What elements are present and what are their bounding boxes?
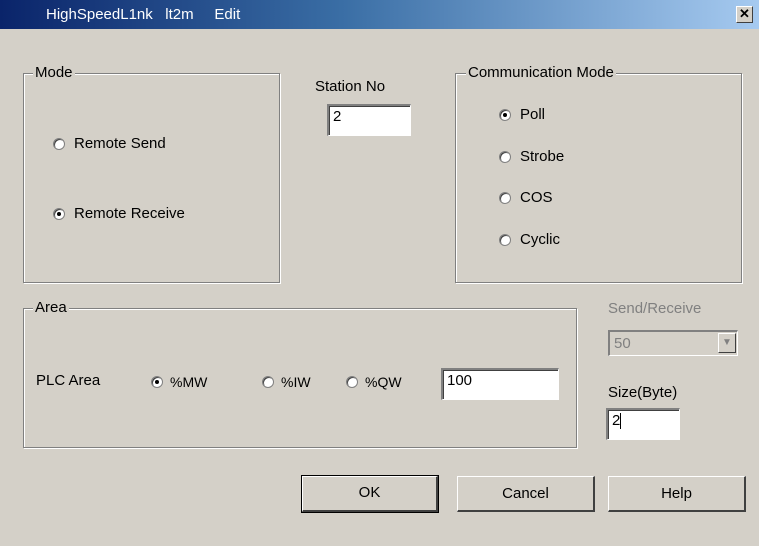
radio-mw[interactable]: %MW xyxy=(151,374,207,390)
communication-mode-legend: Communication Mode xyxy=(466,64,616,82)
radio-label: Poll xyxy=(520,106,546,123)
help-button[interactable]: Help xyxy=(608,476,746,512)
close-button[interactable]: ✕ xyxy=(736,6,753,23)
radio-circle xyxy=(499,108,511,121)
mode-group: Mode Remote Send Remote Receive xyxy=(23,64,280,283)
cancel-button-label: Cancel xyxy=(502,485,549,502)
close-icon: ✕ xyxy=(739,6,750,21)
radio-label: %IW xyxy=(281,374,311,390)
radio-circle xyxy=(499,150,511,163)
chevron-down-icon[interactable]: ▼ xyxy=(718,333,736,353)
radio-cos[interactable]: COS xyxy=(499,189,553,206)
radio-dot xyxy=(57,211,61,216)
radio-label: COS xyxy=(520,189,553,206)
size-byte-label: Size(Byte) xyxy=(608,384,678,401)
radio-circle xyxy=(499,191,511,204)
text-cursor xyxy=(620,413,622,430)
area-legend: Area xyxy=(33,299,69,317)
radio-qw[interactable]: %QW xyxy=(346,374,402,390)
window-title: HighSpeedL1nk lt2m Edit xyxy=(46,6,241,23)
radio-circle xyxy=(262,376,274,388)
area-value-input[interactable]: 100 xyxy=(441,368,559,400)
ok-button-label: OK xyxy=(358,484,381,501)
radio-cyclic[interactable]: Cyclic xyxy=(499,231,560,248)
help-button-label: Help xyxy=(661,485,692,502)
radio-label: %QW xyxy=(365,374,402,390)
radio-poll[interactable]: Poll xyxy=(499,106,545,123)
radio-label: %MW xyxy=(170,374,208,390)
send-receive-value: 50 xyxy=(614,335,631,352)
size-byte-value: 2 xyxy=(612,412,621,429)
ok-button[interactable]: OK xyxy=(301,475,439,513)
radio-circle xyxy=(346,376,358,388)
station-no-value: 2 xyxy=(333,108,342,125)
send-receive-label: Send/Receive xyxy=(608,300,702,317)
cancel-button[interactable]: Cancel xyxy=(457,476,595,512)
radio-circle xyxy=(499,233,511,246)
station-no-input[interactable]: 2 xyxy=(327,104,411,136)
title-bar: HighSpeedL1nk lt2m Edit ✕ xyxy=(0,0,759,29)
communication-mode-group: Communication Mode Poll Strobe COS Cycli… xyxy=(455,64,742,283)
mode-legend: Mode xyxy=(33,64,75,82)
radio-remote-receive[interactable]: Remote Receive xyxy=(53,205,185,222)
radio-iw[interactable]: %IW xyxy=(262,374,311,390)
radio-strobe[interactable]: Strobe xyxy=(499,148,564,165)
radio-label: Strobe xyxy=(520,148,565,165)
radio-label: Cyclic xyxy=(520,231,560,248)
area-value: 100 xyxy=(447,372,473,389)
plc-area-label: PLC Area xyxy=(36,372,101,389)
radio-circle xyxy=(53,137,65,150)
radio-label: Remote Send xyxy=(74,135,166,152)
size-byte-input[interactable]: 2 xyxy=(606,408,680,440)
area-group: Area PLC Area %MW %IW %QW 100 xyxy=(23,299,577,448)
radio-dot xyxy=(155,380,159,384)
station-no-label: Station No xyxy=(315,78,386,95)
radio-remote-send[interactable]: Remote Send xyxy=(53,135,166,152)
radio-label: Remote Receive xyxy=(74,205,185,222)
radio-dot xyxy=(503,112,507,117)
send-receive-select[interactable]: 50 ▼ xyxy=(608,330,738,356)
radio-circle xyxy=(53,207,65,220)
radio-circle xyxy=(151,376,163,388)
